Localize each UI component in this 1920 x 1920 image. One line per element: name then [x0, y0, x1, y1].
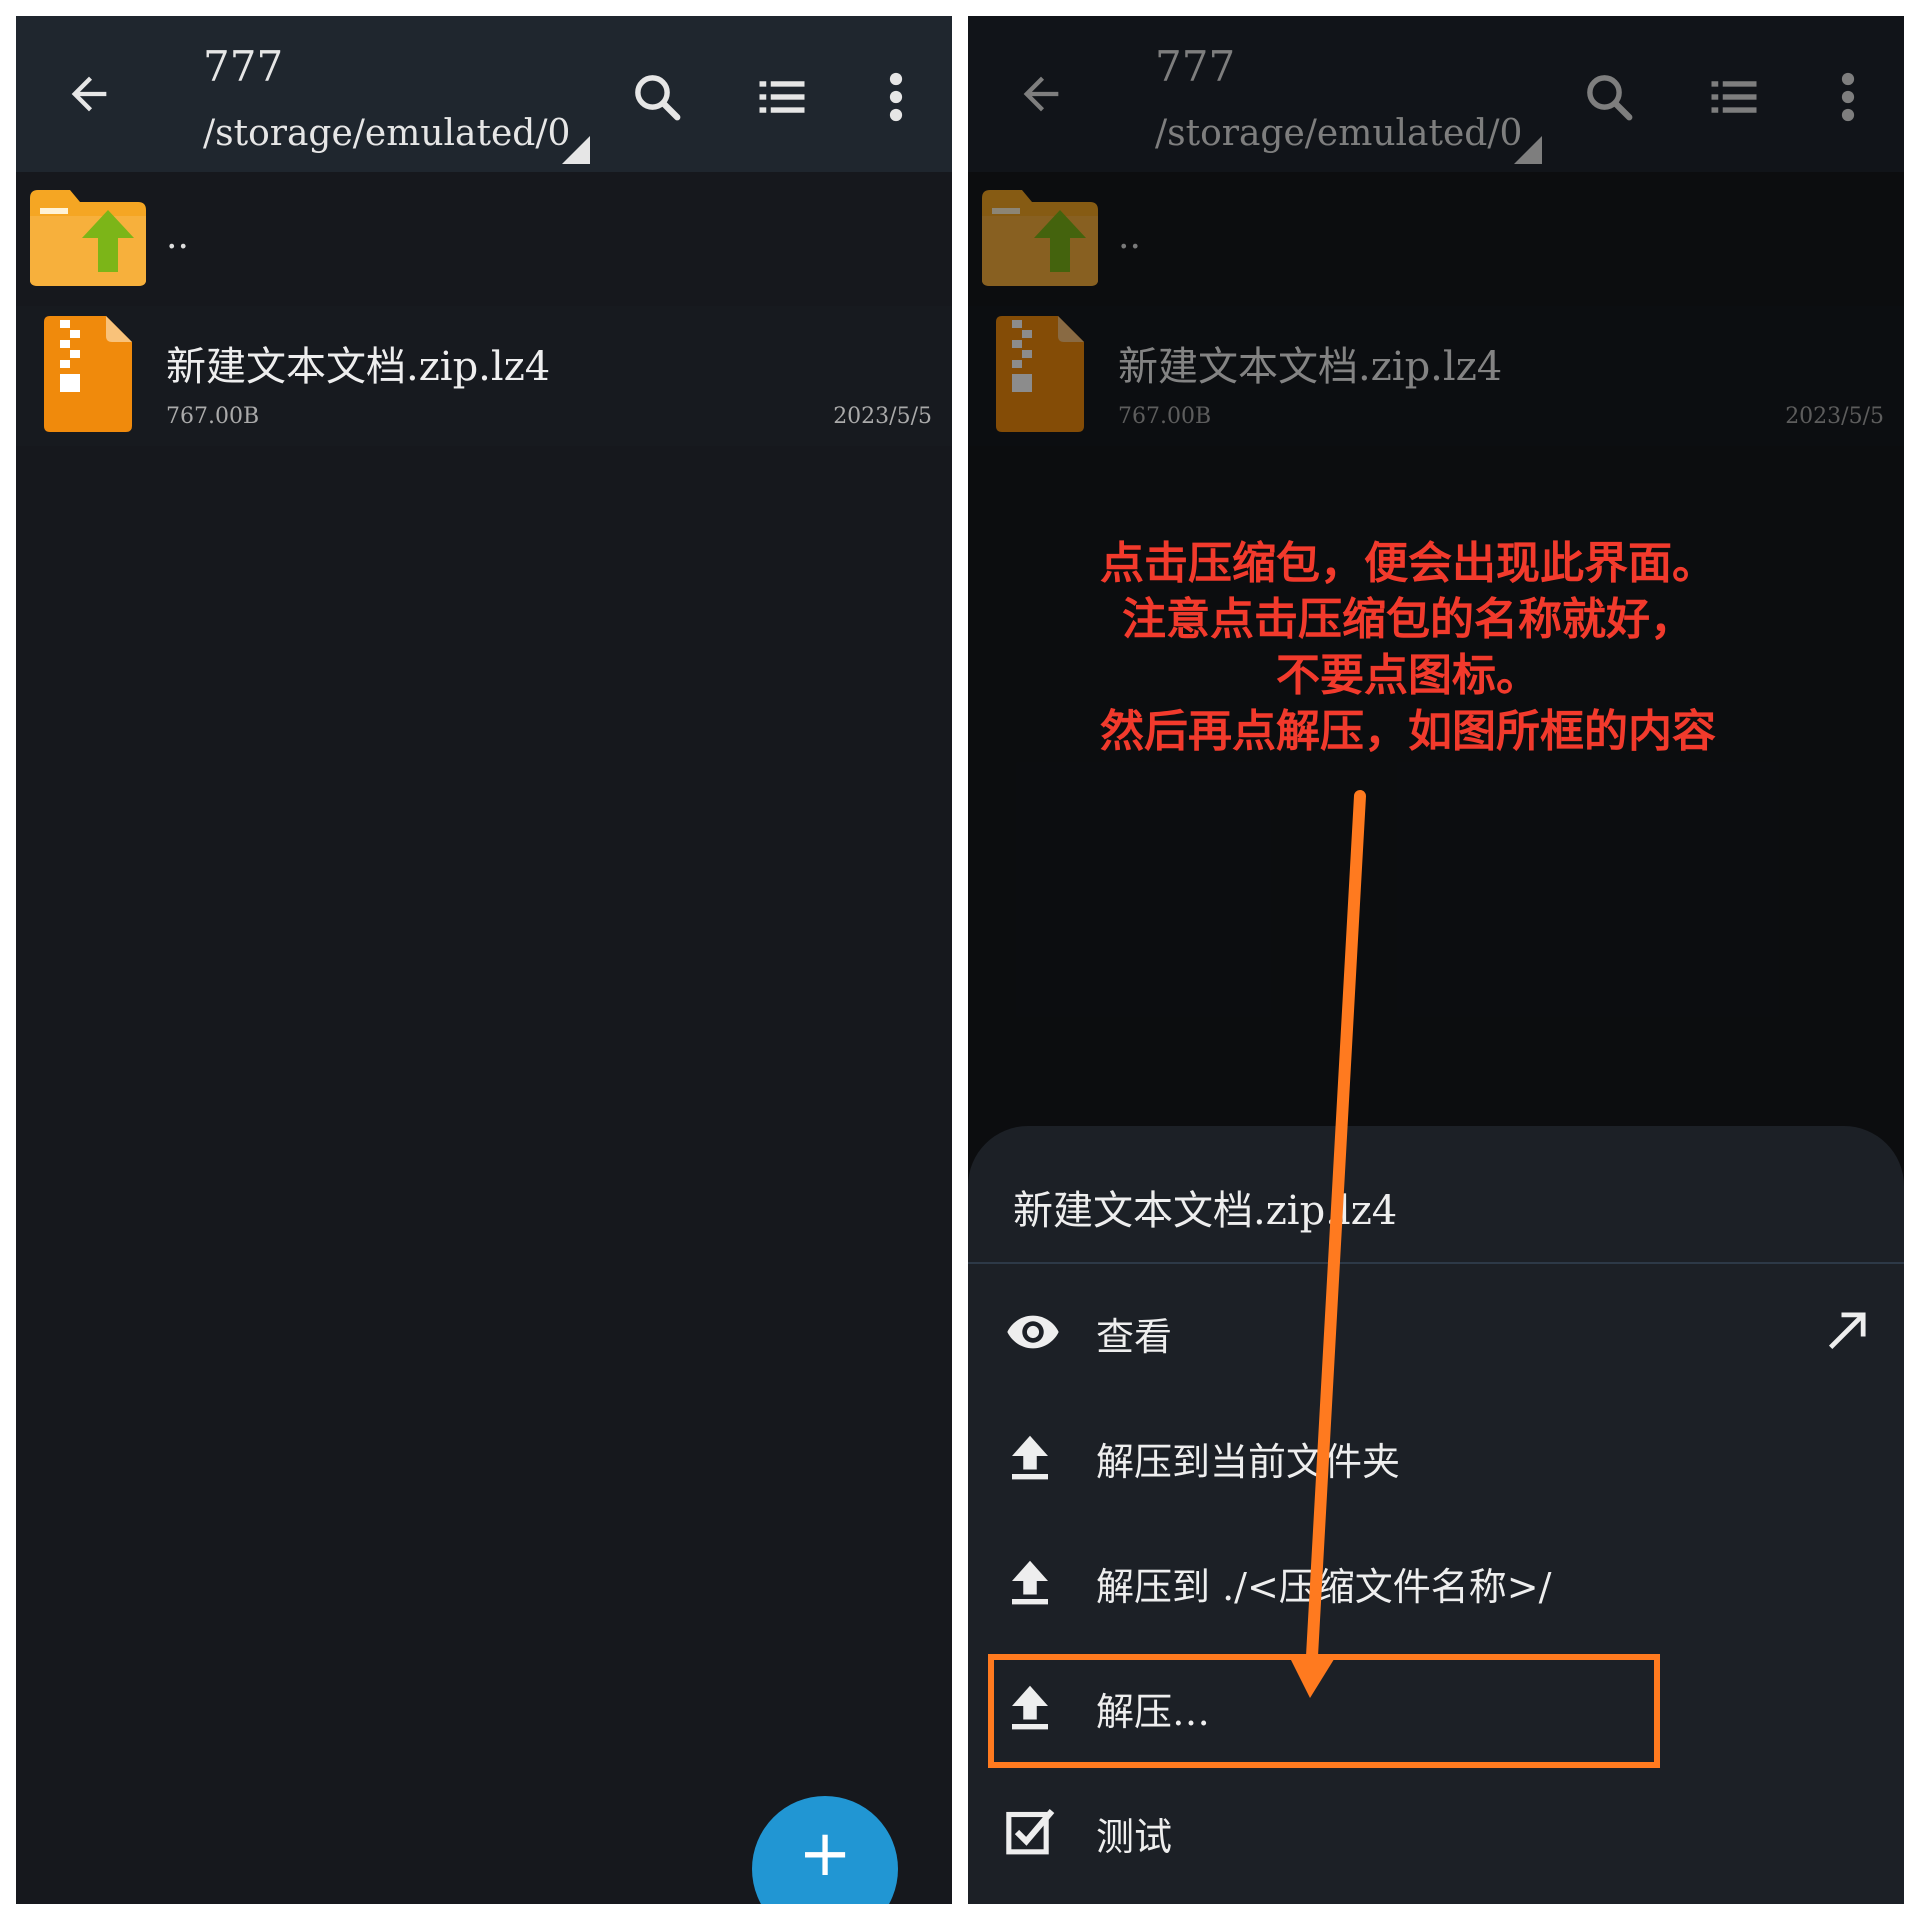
- file-date: 2023/5/5: [833, 404, 932, 429]
- toolbar: 777 /storage/emulated/0: [16, 16, 952, 172]
- file-manager-screen: 777 /storage/emulated/0 .. 新建文本文档.zip.lz…: [16, 16, 952, 1904]
- more-options-icon[interactable]: [876, 66, 916, 128]
- file-row[interactable]: 新建文本文档.zip.lz4 767.00B 2023/5/5: [16, 306, 952, 446]
- file-size: 767.00B: [166, 404, 260, 429]
- folder-path[interactable]: /storage/emulated/0: [203, 116, 570, 152]
- parent-folder-row[interactable]: ..: [16, 186, 952, 301]
- back-arrow-icon[interactable]: [61, 66, 117, 122]
- zip-file-icon: [44, 316, 132, 436]
- file-name[interactable]: 新建文本文档.zip.lz4: [166, 334, 550, 392]
- list-view-icon[interactable]: [751, 66, 813, 128]
- search-icon[interactable]: [626, 66, 688, 128]
- add-button[interactable]: +: [752, 1796, 898, 1904]
- folder-title: 777: [203, 42, 284, 91]
- path-dropdown-icon[interactable]: [562, 136, 590, 168]
- parent-folder-label: ..: [166, 216, 189, 257]
- annotation-arrow: [1288, 790, 1366, 1698]
- file-manager-screen-with-sheet: 777 /storage/emulated/0 .. 新建文本文档.zip.lz…: [968, 16, 1904, 1904]
- folder-up-icon: [30, 190, 146, 290]
